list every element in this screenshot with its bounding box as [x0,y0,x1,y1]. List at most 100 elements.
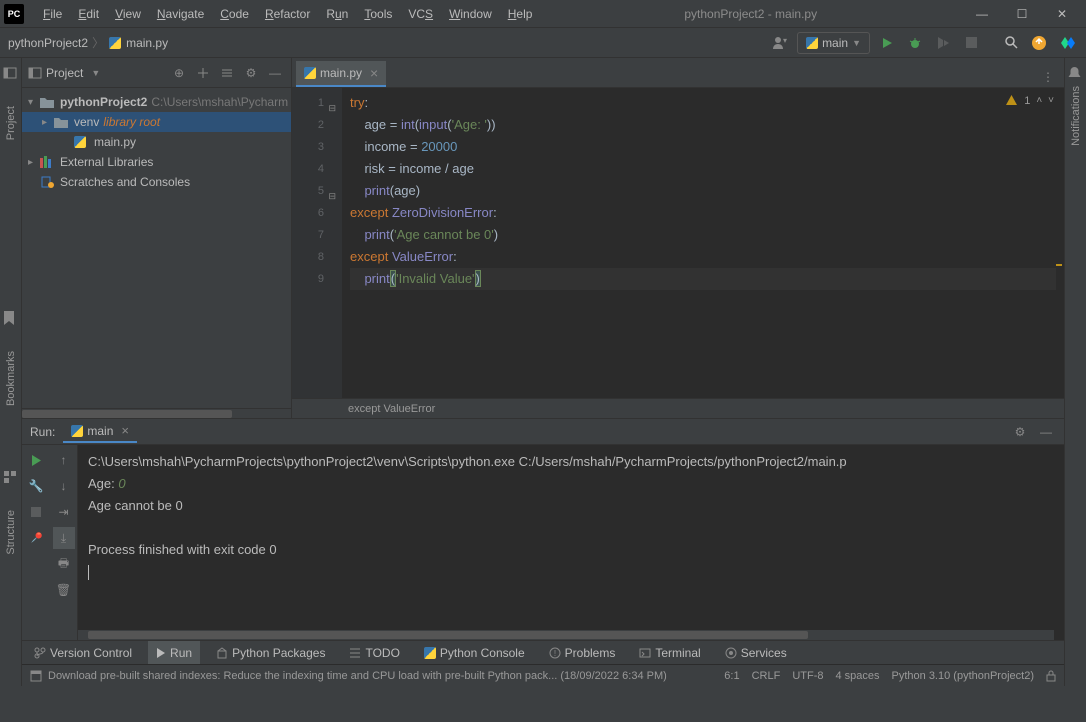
stop-button[interactable] [960,32,982,54]
scratches-label: Scratches and Consoles [60,175,190,189]
run-panel-body: 🔧 📍 ↑ ↓ ⇥ ⤓ 🖶 🗑 C:\Users\mshah\PycharmPr… [22,445,1064,640]
run-configuration-selector[interactable]: main ▼ [797,32,870,54]
dropdown-icon[interactable]: ▼ [91,68,100,78]
project-stripe-label[interactable]: Project [5,102,17,144]
warning-marker[interactable] [1056,264,1062,266]
tree-main-file[interactable]: main.py [22,132,291,152]
structure-stripe-label[interactable]: Structure [5,506,17,559]
menu-file[interactable]: File [36,4,69,24]
panel-settings-icon[interactable]: ⚙ [241,63,261,83]
status-window-icon[interactable] [30,670,42,682]
code-editor[interactable]: 1⊟ 2 3 4 5⊟ 6 7 8 9 try: age = int(input… [292,88,1064,398]
soft-wrap-icon[interactable]: ⇥ [53,501,75,523]
code-area[interactable]: try: age = int(input('Age: ')) income = … [342,88,1064,398]
terminal-tab[interactable]: Terminal [631,641,708,665]
editor-breadcrumb[interactable]: except ValueError [292,398,1064,418]
navigation-bar: pythonProject2 〉 main.py ▾ main ▼ [0,28,1086,58]
hide-run-panel-icon[interactable]: — [1036,422,1056,442]
scroll-to-end-icon[interactable]: ⤓ [53,527,75,549]
run-settings-icon[interactable]: ⚙ [1010,422,1030,442]
maximize-button[interactable]: ☐ [1002,0,1042,28]
menu-refactor[interactable]: Refactor [258,4,317,24]
expand-arrow-icon[interactable]: ▸ [42,117,54,128]
readonly-lock-icon[interactable] [1046,670,1056,682]
notifications-stripe-label[interactable]: Notifications [1070,82,1082,150]
venv-name: venv [74,115,99,129]
expand-all-icon[interactable] [193,63,213,83]
search-button[interactable] [1000,32,1022,54]
console-exit-line: Process finished with exit code 0 [88,539,1054,561]
editor-gutter: 1⊟ 2 3 4 5⊟ 6 7 8 9 [292,88,342,398]
run-button[interactable] [876,32,898,54]
close-run-tab-icon[interactable]: × [121,423,129,438]
bookmarks-stripe-label[interactable]: Bookmarks [5,347,17,410]
menu-code[interactable]: Code [213,4,256,24]
user-icon[interactable]: ▾ [769,32,791,54]
main-area: Project Bookmarks Structure Project ▼ ⊕ [0,58,1086,686]
run-console[interactable]: C:\Users\mshah\PycharmProjects\pythonPro… [78,445,1064,640]
menu-vcs[interactable]: VCS [401,4,440,24]
project-tool-icon[interactable] [3,66,19,82]
run-tab-main[interactable]: main × [63,421,137,443]
fold-icon[interactable]: ⊟ [326,97,336,107]
tree-venv-folder[interactable]: ▸ venv library root [22,112,291,132]
print-icon[interactable]: 🖶 [53,553,75,575]
close-tab-icon[interactable]: × [370,65,378,81]
menu-window[interactable]: Window [442,4,499,24]
chevron-up-icon[interactable]: ˄ [1036,95,1042,106]
ide-update-icon[interactable] [1028,32,1050,54]
python-console-tab[interactable]: Python Console [416,641,533,665]
menu-edit[interactable]: Edit [71,4,106,24]
select-opened-file-icon[interactable]: ⊕ [169,63,189,83]
clear-icon[interactable]: 🗑 [53,579,75,601]
menu-view[interactable]: View [108,4,148,24]
breadcrumb-project[interactable]: pythonProject2 [8,36,88,50]
menu-help[interactable]: Help [501,4,540,24]
debug-button[interactable] [904,32,926,54]
tree-project-root[interactable]: ▾ pythonProject2 C:\Users\mshah\Pycharm [22,92,291,112]
run-with-coverage-button[interactable] [932,32,954,54]
menu-tools[interactable]: Tools [357,4,399,24]
menu-navigate[interactable]: Navigate [150,4,211,24]
indent-setting[interactable]: 4 spaces [835,670,879,682]
notifications-icon[interactable] [1068,66,1084,82]
line-separator[interactable]: CRLF [752,670,781,682]
close-button[interactable]: ✕ [1042,0,1082,28]
expand-arrow-icon[interactable]: ▾ [28,97,40,108]
rerun-button[interactable] [25,449,47,471]
collapse-all-icon[interactable] [217,63,237,83]
menu-run[interactable]: Run [319,4,355,24]
tree-scratches[interactable]: Scratches and Consoles [22,172,291,192]
modify-run-config-icon[interactable]: 🔧 [25,475,47,497]
stop-run-button[interactable] [25,501,47,523]
hide-panel-icon[interactable]: — [265,63,285,83]
cursor-position[interactable]: 6:1 [724,670,739,682]
project-panel: Project ▼ ⊕ ⚙ — ▾ pythonPro [22,58,292,418]
run-tab[interactable]: Run [148,641,200,665]
todo-tab[interactable]: TODO [341,641,407,665]
code-with-me-icon[interactable] [1056,32,1078,54]
services-tab[interactable]: Services [717,641,795,665]
breadcrumb-file[interactable]: main.py [126,36,168,50]
editor-tab-main[interactable]: main.py × [296,61,386,87]
version-control-tab[interactable]: Version Control [26,641,140,665]
python-file-icon [74,136,90,148]
inspection-widget[interactable]: 1 ˄ ˅ [1005,94,1054,107]
structure-tool-icon[interactable] [3,470,19,486]
pin-icon[interactable]: 📍 [25,527,47,549]
status-message[interactable]: Download pre-built shared indexes: Reduc… [48,670,667,682]
expand-arrow-icon[interactable]: ▸ [28,157,40,168]
problems-tab[interactable]: !Problems [541,641,624,665]
down-trace-icon[interactable]: ↓ [53,475,75,497]
fold-end-icon[interactable]: ⊟ [326,185,336,195]
python-interpreter[interactable]: Python 3.10 (pythonProject2) [892,670,1034,682]
editor-marker-bar[interactable] [1054,88,1064,398]
bookmark-tool-icon[interactable] [3,311,19,327]
python-packages-tab[interactable]: Python Packages [208,641,333,665]
minimize-button[interactable]: — [962,0,1002,28]
tree-scrollbar[interactable] [22,408,291,418]
tree-external-libraries[interactable]: ▸ External Libraries [22,152,291,172]
file-encoding[interactable]: UTF-8 [792,670,823,682]
tabs-more-icon[interactable]: ⋮ [1038,67,1058,87]
up-trace-icon[interactable]: ↑ [53,449,75,471]
